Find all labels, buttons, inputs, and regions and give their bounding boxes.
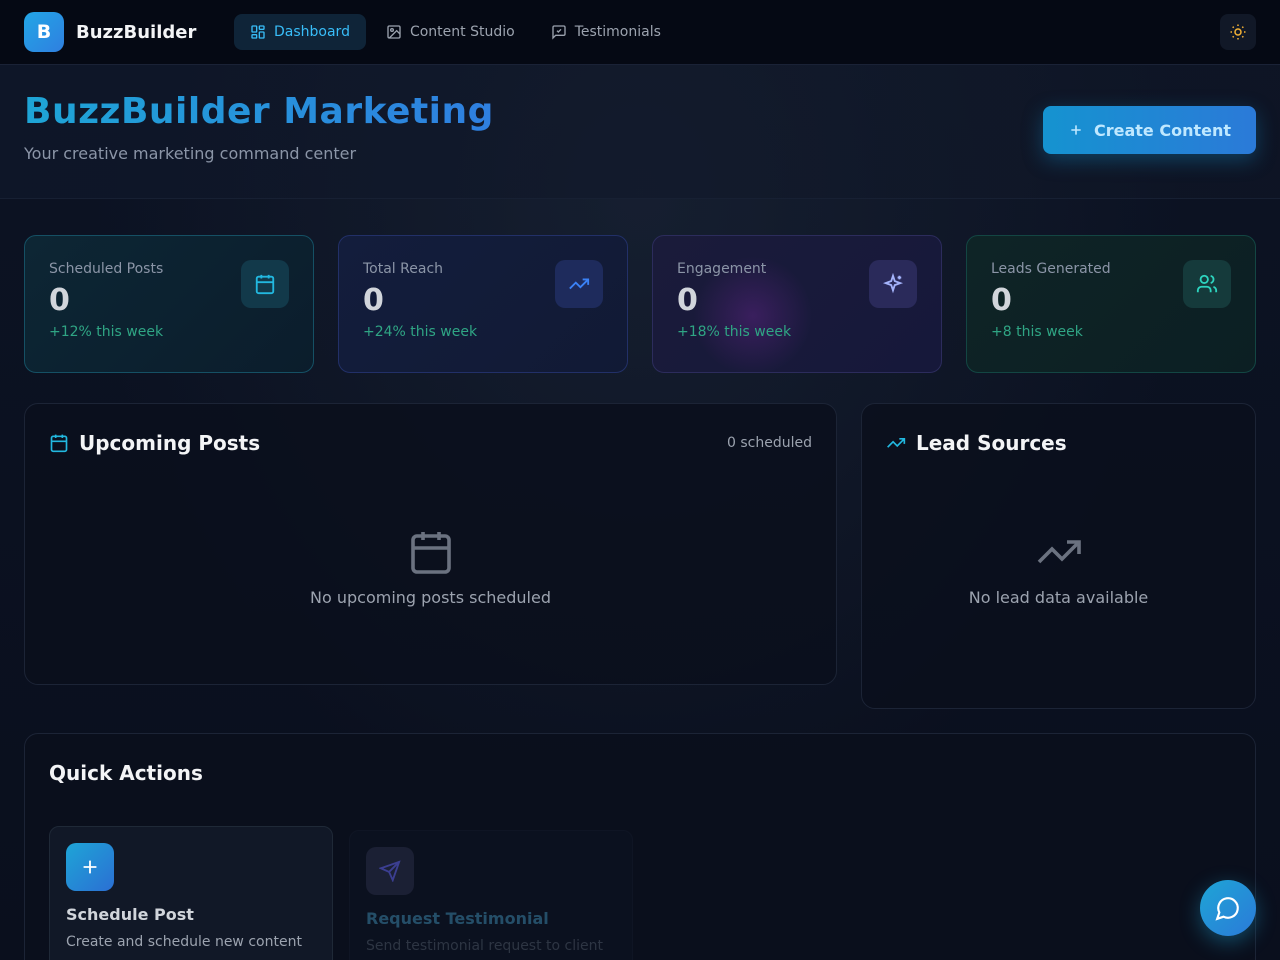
upcoming-posts-panel: Upcoming Posts 0 scheduled No upcoming p… [24,403,837,685]
quick-actions-title: Quick Actions [49,761,203,785]
page-subtitle: Your creative marketing command center [24,144,357,163]
stat-change: +18% this week [677,324,792,340]
nav-tabs: Dashboard Content Studio Testimonials [234,14,677,50]
stats-row: Scheduled Posts 0 +12% this week Total R… [24,235,1256,373]
tab-testimonials-label: Testimonials [574,24,661,40]
calendar-icon [241,260,289,308]
stat-change: +24% this week [363,324,478,340]
theme-toggle-button[interactable] [1220,14,1256,50]
chat-bubble-icon [1215,897,1239,921]
dashboard-icon [251,25,265,39]
plus-icon [66,843,114,891]
create-content-button[interactable]: Create Content [1043,106,1256,154]
page-title: BuzzBuilder Marketing [24,91,494,132]
tab-dashboard[interactable]: Dashboard [234,14,366,50]
lead-sources-title: Lead Sources [916,431,1067,455]
stat-card-leads-generated: Leads Generated 0 +8 this week [966,235,1256,373]
action-description: Create and schedule new content [66,934,302,950]
users-icon [1183,260,1231,308]
calendar-icon [410,532,451,574]
logo[interactable]: B [24,12,64,52]
stat-change: +12% this week [49,324,164,340]
chat-button[interactable] [1200,880,1256,936]
calendar-icon [50,434,68,453]
empty-state: No lead data available [862,528,1255,607]
upcoming-posts-title: Upcoming Posts [79,431,261,455]
sun-icon [1230,24,1246,40]
image-icon [387,25,401,39]
app-name: BuzzBuilder [76,21,197,43]
panel-title: Upcoming Posts [49,431,260,455]
create-content-label: Create Content [1093,120,1231,140]
tab-content-studio-label: Content Studio [409,24,515,40]
action-name: Request Testimonial [366,909,549,928]
lead-sources-panel: Lead Sources No lead data available [861,403,1256,709]
trending-up-icon [887,438,906,448]
message-square-icon [552,25,566,40]
panel-title: Lead Sources [886,431,1067,455]
sparkles-icon [869,260,917,308]
quick-actions-panel: Quick Actions Schedule Post Create and s… [24,733,1256,960]
stat-change: +8 this week [991,324,1083,340]
plus-icon [1071,125,1081,135]
top-navbar: B BuzzBuilder Dashboard Content Studio T… [0,0,1280,65]
scheduled-count: 0 scheduled [727,435,812,451]
send-icon [366,847,414,895]
empty-text: No upcoming posts scheduled [310,588,551,607]
stat-card-total-reach: Total Reach 0 +24% this week [338,235,628,373]
schedule-post-action[interactable]: Schedule Post Create and schedule new co… [49,826,333,960]
tab-content-studio[interactable]: Content Studio [370,14,531,50]
empty-state: No upcoming posts scheduled [25,528,836,607]
stat-card-scheduled-posts: Scheduled Posts 0 +12% this week [24,235,314,373]
tab-dashboard-label: Dashboard [274,24,350,40]
stat-card-engagement: Engagement 0 +18% this week [652,235,942,373]
trending-up-icon [555,260,603,308]
request-testimonial-action[interactable]: Request Testimonial Send testimonial req… [349,830,633,960]
tab-testimonials[interactable]: Testimonials [535,14,677,50]
page-header: BuzzBuilder Marketing Your creative mark… [0,65,1280,199]
action-description: Send testimonial request to client [366,938,603,954]
empty-text: No lead data available [968,588,1149,607]
action-name: Schedule Post [66,905,194,924]
trending-up-icon [1037,540,1081,564]
